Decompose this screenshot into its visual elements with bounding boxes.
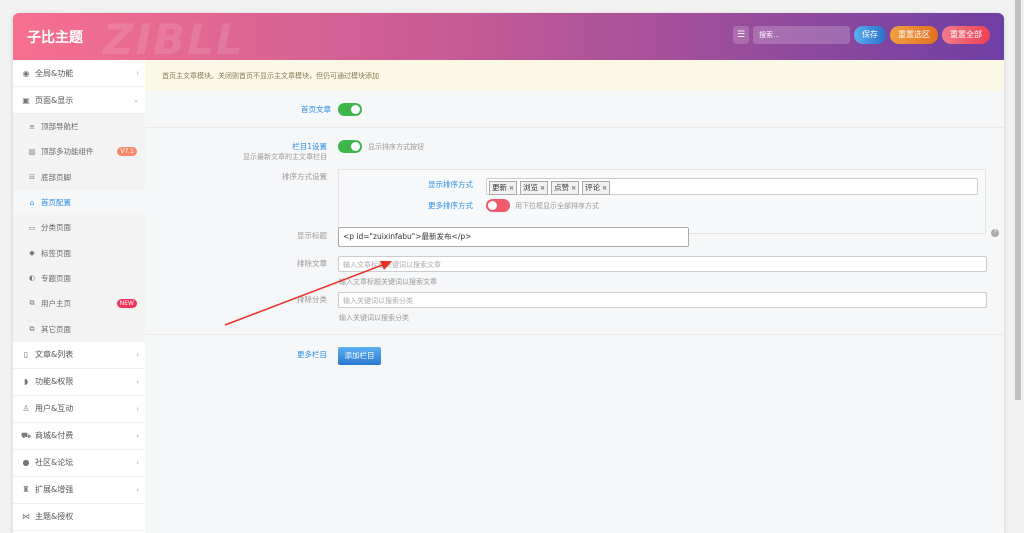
scrollbar[interactable] bbox=[1013, 0, 1024, 525]
annotation-arrow bbox=[224, 261, 392, 326]
scrollbar-thumb[interactable] bbox=[1015, 0, 1021, 400]
arrow-line bbox=[224, 263, 386, 326]
